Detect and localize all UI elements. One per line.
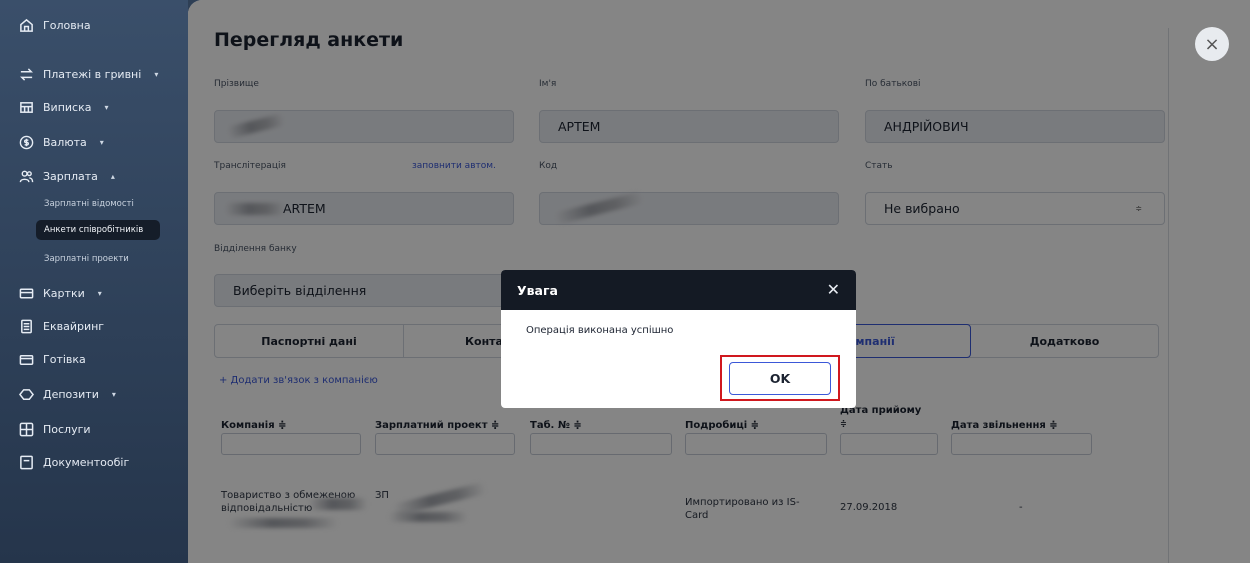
- documents-icon: [18, 454, 34, 470]
- close-icon: ✕: [826, 280, 840, 299]
- chevron-down-icon: ▾: [104, 102, 109, 112]
- close-panel-button[interactable]: ×: [1195, 27, 1229, 61]
- ok-button[interactable]: OK: [729, 362, 831, 395]
- sidebar-item-cards[interactable]: Картки ▾: [18, 284, 102, 302]
- chevron-up-icon: ▴: [110, 171, 115, 181]
- dialog-header: Увага ✕: [501, 270, 856, 310]
- sidebar-item-label: Картки: [43, 286, 85, 300]
- sidebar-item-deposits[interactable]: Депозити ▾: [18, 385, 116, 403]
- sidebar-subitem-salary-projects[interactable]: Зарплатні проекти: [36, 249, 129, 269]
- alert-dialog: Увага ✕ Операція виконана успішно OK: [501, 270, 856, 408]
- sidebar-item-label: Еквайринг: [43, 319, 105, 333]
- sidebar-item-home[interactable]: Головна: [18, 16, 91, 34]
- sidebar-item-label: Виписка: [43, 100, 92, 114]
- sidebar-item-payments[interactable]: Платежі в гривні ▾: [18, 65, 158, 83]
- dialog-message: Операція виконана успішно: [526, 325, 674, 336]
- sidebar-item-documents[interactable]: Документообіг: [18, 453, 129, 471]
- sidebar-item-label: Зарплата: [43, 169, 98, 183]
- people-icon: [18, 168, 34, 184]
- sidebar-item-services[interactable]: Послуги: [18, 420, 91, 438]
- close-icon: ×: [1204, 33, 1220, 55]
- sidebar-item-currency[interactable]: Валюта ▾: [18, 133, 104, 151]
- sidebar: Головна Платежі в гривні ▾ Виписка ▾ Вал…: [0, 0, 188, 563]
- transfer-icon: [18, 66, 34, 82]
- sidebar-item-statement[interactable]: Виписка ▾: [18, 98, 108, 116]
- dialog-title: Увага: [517, 282, 558, 298]
- chevron-down-icon: ▾: [97, 288, 102, 298]
- chevron-down-icon: ▾: [99, 137, 104, 147]
- statement-icon: [18, 99, 34, 115]
- sidebar-item-salary[interactable]: Зарплата ▴: [18, 167, 115, 185]
- sidebar-subitem-employee-profiles[interactable]: Анкети співробітників: [36, 220, 160, 240]
- card-icon: [18, 285, 34, 301]
- sidebar-item-label: Депозити: [43, 387, 99, 401]
- cash-icon: [18, 351, 34, 367]
- sidebar-item-acquiring[interactable]: Еквайринг: [18, 317, 104, 335]
- terminal-icon: [18, 318, 34, 334]
- sidebar-item-label: Готівка: [43, 352, 86, 366]
- deposit-icon: [18, 386, 34, 402]
- currency-icon: [18, 134, 34, 150]
- sidebar-subitem-salary-sheets[interactable]: Зарплатні відомості: [36, 194, 134, 214]
- sidebar-item-cash[interactable]: Готівка: [18, 350, 86, 368]
- sidebar-item-label: Послуги: [43, 422, 91, 436]
- chevron-down-icon: ▾: [111, 389, 116, 399]
- services-icon: [18, 421, 34, 437]
- sidebar-item-label: Документообіг: [43, 455, 130, 469]
- sidebar-item-label: Головна: [43, 18, 91, 32]
- sidebar-item-label: Платежі в гривні: [43, 67, 142, 81]
- sidebar-item-label: Валюта: [43, 135, 87, 149]
- chevron-down-icon: ▾: [154, 69, 159, 79]
- home-icon: [18, 17, 34, 33]
- dialog-close-button[interactable]: ✕: [827, 280, 840, 299]
